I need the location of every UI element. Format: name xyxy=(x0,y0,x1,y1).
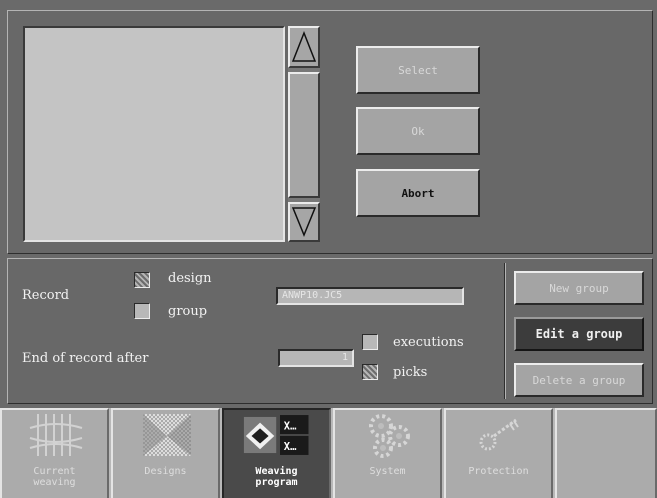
scroll-thumb[interactable] xyxy=(288,72,320,198)
ok-button[interactable]: Ok xyxy=(356,107,480,155)
picks-label: picks xyxy=(393,365,428,380)
svg-text:X…: X… xyxy=(284,420,297,432)
main-tab-bar: Current weaving Designs X… X… Weaving pr… xyxy=(0,408,657,498)
design-pattern-icon xyxy=(143,414,191,456)
file-selection-panel: Select Ok Abort xyxy=(7,10,653,254)
group-label: group xyxy=(168,304,208,319)
tab-empty xyxy=(555,408,657,498)
triangle-down-icon xyxy=(291,207,317,237)
key-lock-icon xyxy=(479,418,519,451)
record-label: Record xyxy=(22,288,70,303)
new-group-button[interactable]: New group xyxy=(514,271,644,305)
list-scrollbar[interactable] xyxy=(288,26,320,242)
abort-button[interactable]: Abort xyxy=(356,169,480,217)
design-label: design xyxy=(168,271,212,286)
tab-system[interactable]: System xyxy=(333,408,442,498)
tab-weaving-program[interactable]: X… X… Weaving program xyxy=(222,408,331,498)
end-value-field[interactable]: 1 xyxy=(278,349,354,367)
panel-divider xyxy=(504,263,506,399)
svg-text:X…: X… xyxy=(284,441,297,453)
weave-icon xyxy=(29,414,83,456)
picks-checkbox[interactable] xyxy=(362,364,378,380)
tab-current-weaving[interactable]: Current weaving xyxy=(0,408,109,498)
delete-group-button[interactable]: Delete a group xyxy=(514,363,644,397)
gears-icon xyxy=(369,414,410,458)
tab-current-weaving-label: Current weaving xyxy=(33,466,76,488)
tab-designs-label: Designs xyxy=(144,466,187,477)
triangle-up-icon xyxy=(291,30,317,62)
scroll-down-button[interactable] xyxy=(288,202,320,242)
record-settings-panel: Record design group ANWP10.JC5 End of re… xyxy=(7,258,653,404)
design-checkbox[interactable] xyxy=(134,272,150,288)
executions-label: executions xyxy=(393,335,464,350)
tab-system-label: System xyxy=(369,466,406,477)
tab-protection-label: Protection xyxy=(468,466,529,477)
file-list[interactable] xyxy=(23,26,285,242)
tab-designs[interactable]: Designs xyxy=(111,408,220,498)
group-checkbox[interactable] xyxy=(134,303,150,319)
edit-group-button[interactable]: Edit a group xyxy=(514,317,644,351)
tab-weaving-program-label: Weaving program xyxy=(255,466,298,488)
weaving-program-icon: X… X… xyxy=(243,415,309,455)
select-button[interactable]: Select xyxy=(356,46,480,94)
executions-checkbox[interactable] xyxy=(362,334,378,350)
filename-field[interactable]: ANWP10.JC5 xyxy=(276,287,464,305)
end-of-record-label: End of record after xyxy=(22,351,149,366)
tab-protection[interactable]: Protection xyxy=(444,408,553,498)
scroll-up-button[interactable] xyxy=(288,26,320,68)
